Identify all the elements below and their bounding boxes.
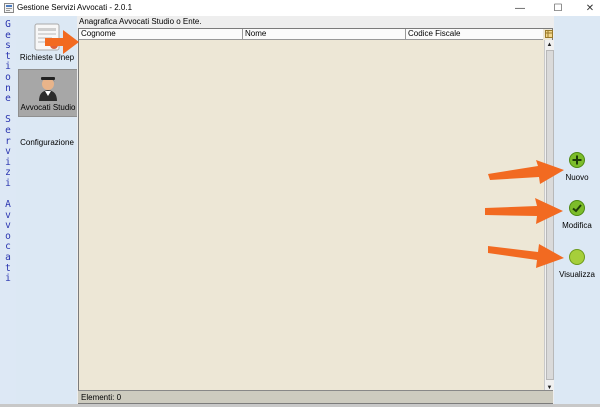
- status-bar: Elementi: 0: [78, 390, 553, 403]
- plus-icon: [569, 152, 585, 168]
- arrow-annotation-icon: [488, 244, 564, 268]
- arrow-annotation-icon: [45, 30, 79, 54]
- app-icon: [4, 3, 14, 13]
- side-banner: G e s t i o n e S e r v i z i A v v o c …: [0, 16, 16, 404]
- nav-item-configurazione[interactable]: Configurazione: [18, 138, 76, 152]
- minimize-button[interactable]: —: [505, 0, 535, 16]
- nav-item-label: Configurazione: [20, 138, 74, 147]
- title-bar: Gestione Servizi Avvocati - 2.0.1 — ☐ ✕: [0, 0, 600, 16]
- main-panel: Anagrafica Avvocati Studio o Ente. Cogno…: [77, 16, 554, 404]
- arrow-annotation-icon: [488, 160, 564, 184]
- side-navigation: Richieste Unep Avvocati Studio Configura…: [16, 16, 78, 404]
- table-header: Cognome Nome Codice Fiscale: [79, 29, 543, 40]
- close-button[interactable]: ✕: [575, 0, 600, 16]
- view-button-label: Visualizza: [559, 270, 595, 279]
- lawyer-avatar-icon: [39, 77, 57, 101]
- element-count: Elementi: 0: [81, 393, 122, 402]
- table-corner-icon: [544, 30, 553, 38]
- edit-button-label: Modifica: [562, 221, 592, 230]
- new-button-label: Nuovo: [565, 173, 589, 182]
- column-header-codice-fiscale[interactable]: Codice Fiscale: [406, 29, 543, 39]
- check-icon: [569, 200, 585, 216]
- arrow-annotation-icon: [485, 198, 563, 224]
- side-banner-text: G e s t i o n e S e r v i z i A v v o c …: [5, 19, 11, 285]
- column-chooser-icon[interactable]: [544, 29, 553, 39]
- column-header-nome[interactable]: Nome: [243, 29, 406, 39]
- panel-title: Anagrafica Avvocati Studio o Ente.: [79, 17, 202, 26]
- maximize-button[interactable]: ☐: [543, 0, 573, 16]
- scroll-up-icon[interactable]: ▲: [545, 40, 554, 49]
- nav-item-label: Avvocati Studio: [20, 103, 76, 112]
- view-icon: [569, 249, 585, 265]
- nav-item-avvocati-studio[interactable]: Avvocati Studio: [18, 69, 78, 117]
- lawyers-table: Cognome Nome Codice Fiscale ▲ ▼: [78, 28, 554, 404]
- column-header-cognome[interactable]: Cognome: [79, 29, 243, 39]
- window-title: Gestione Servizi Avvocati - 2.0.1: [17, 3, 133, 12]
